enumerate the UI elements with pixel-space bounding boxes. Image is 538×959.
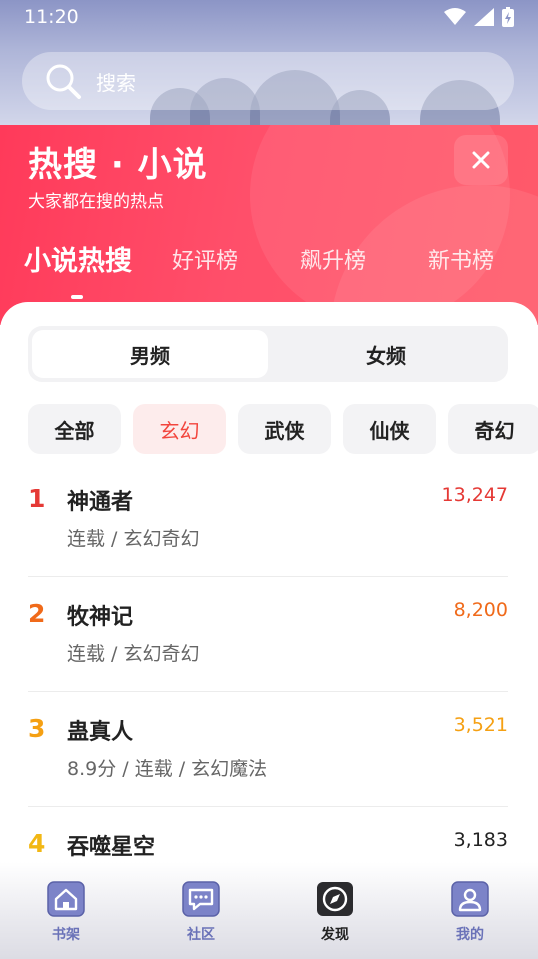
discover-compass-icon (317, 882, 353, 916)
active-tab-indicator (71, 295, 83, 299)
tab-novel-hot-search[interactable]: 小说热搜 (24, 239, 132, 278)
chip-wuxia[interactable]: 武侠 (238, 404, 331, 454)
book-title: 蛊真人 (67, 720, 134, 745)
book-meta: 连载 / 玄幻奇幻 (67, 643, 200, 665)
hot-score: 3,183 (453, 829, 508, 851)
nav-label-community: 社区 (187, 927, 215, 943)
search-placeholder: 搜索 (96, 70, 136, 95)
nav-mine[interactable]: 我的 (430, 878, 510, 944)
bookshelf-house-icon (47, 881, 85, 917)
toggle-female[interactable]: 女频 (268, 330, 504, 378)
nav-label-bookshelf: 书架 (52, 927, 80, 943)
rank-number: 1 (28, 484, 46, 513)
search-icon (46, 64, 81, 99)
chip-xianxia[interactable]: 仙侠 (343, 404, 436, 454)
hot-score: 3,521 (453, 714, 508, 736)
nav-bookshelf[interactable]: 书架 (26, 878, 106, 944)
genre-chips: 全部 玄幻 武侠 仙侠 奇幻 (28, 404, 538, 454)
rank-number: 3 (28, 714, 46, 743)
nav-discover[interactable]: 发现 (295, 878, 375, 944)
hot-score: 8,200 (453, 599, 508, 621)
rank-number: 2 (28, 599, 46, 628)
chip-xuanhuan[interactable]: 玄幻 (133, 404, 226, 454)
hot-panel-title: 热搜 · 小说 (28, 145, 208, 185)
rank-number: 4 (28, 829, 46, 858)
tab-good-reviews[interactable]: 好评榜 (172, 243, 238, 275)
tab-new-books[interactable]: 新书榜 (428, 243, 494, 275)
wifi-icon (444, 8, 466, 25)
book-title: 吞噬星空 (67, 835, 156, 860)
chip-qihuan[interactable]: 奇幻 (448, 404, 538, 454)
book-title: 神通者 (67, 490, 134, 515)
book-title: 牧神记 (67, 605, 134, 630)
nav-label-mine: 我的 (456, 927, 484, 943)
close-button[interactable] (454, 135, 508, 185)
book-meta: 连载 / 玄幻奇幻 (67, 528, 200, 550)
status-time: 11:20 (24, 6, 79, 28)
list-item[interactable]: 1 神通者 连载 / 玄幻奇幻 13,247 (28, 462, 508, 577)
gender-toggle: 男频 女频 (28, 326, 508, 382)
list-item[interactable]: 3 蛊真人 8.9分 / 连载 / 玄幻魔法 3,521 (28, 692, 508, 807)
signal-icon (474, 8, 494, 26)
chip-all[interactable]: 全部 (28, 404, 121, 454)
book-meta: 8.9分 / 连载 / 玄幻魔法 (67, 758, 268, 780)
toggle-male[interactable]: 男频 (32, 330, 268, 378)
battery-icon (502, 7, 514, 27)
content-sheet: 男频 女频 全部 玄幻 武侠 仙侠 奇幻 1 神通者 连载 / 玄幻奇幻 13,… (0, 302, 538, 959)
status-bar: 11:20 (0, 0, 538, 34)
nav-label-discover: 发现 (321, 927, 349, 943)
hot-panel-subtitle: 大家都在搜的热点 (28, 192, 164, 212)
close-icon (472, 151, 490, 169)
bottom-navigation: 书架 社区 发现 我的 (0, 862, 538, 959)
nav-community[interactable]: 社区 (161, 878, 241, 944)
profile-person-icon (451, 881, 489, 917)
search-bar[interactable]: 搜索 (22, 52, 514, 110)
hot-score: 13,247 (441, 484, 508, 506)
status-icons (444, 7, 514, 27)
ranking-list: 1 神通者 连载 / 玄幻奇幻 13,247 2 牧神记 连载 / 玄幻奇幻 8… (28, 462, 508, 922)
hot-search-panel: 热搜 · 小说 大家都在搜的热点 小说热搜 好评榜 飙升榜 新书榜 (0, 125, 538, 325)
list-item[interactable]: 2 牧神记 连载 / 玄幻奇幻 8,200 (28, 577, 508, 692)
ranking-tabs: 小说热搜 好评榜 飙升榜 新书榜 (0, 243, 538, 283)
tab-rising[interactable]: 飙升榜 (300, 243, 366, 275)
community-chat-icon (182, 881, 220, 917)
